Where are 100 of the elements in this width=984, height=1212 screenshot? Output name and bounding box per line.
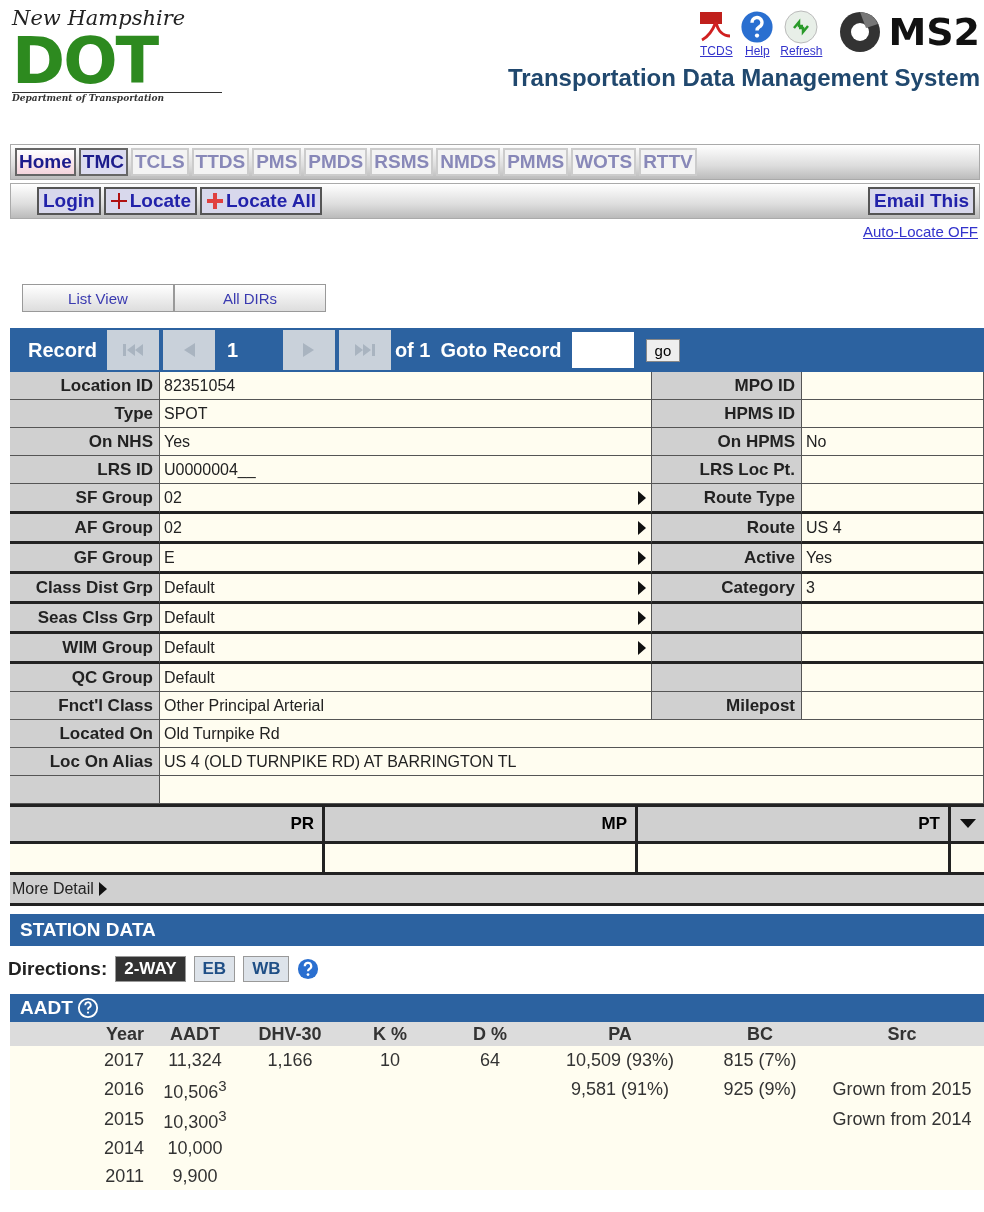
field-label: Active [652,544,802,574]
ring-logo-icon [838,10,883,54]
record-count: of 1 [394,338,431,362]
column-header: PT [638,807,951,844]
toolbar-button[interactable]: Locate All [199,187,323,215]
toolbar-button[interactable]: Login [37,187,101,215]
dropdown-field[interactable]: E [160,544,652,574]
field-label: Class Dist Grp [10,574,160,604]
column-header: MP [325,807,638,844]
dropdown-field[interactable]: Default [160,604,652,634]
toolbar-button[interactable]: Locate [103,187,197,215]
goto-field[interactable] [571,332,634,368]
more-detail-link[interactable]: More Detail [10,880,108,898]
field-value: Default [160,664,652,692]
table-cell: 10,506$^{3}$ [163,1076,227,1102]
logo-subtitle: Department of Transportation [12,92,222,103]
field-label: Route [652,514,802,544]
dropdown-field[interactable]: 02 [160,484,652,514]
help-icon[interactable] [740,10,775,44]
column-header: Year [10,1022,150,1046]
directions-label: Directions: [8,958,108,980]
field-value: US 4 (OLD TURNPIKE RD) AT BARRINGTON TL [160,748,984,776]
email-button[interactable]: Email This [867,187,975,215]
arrow-icon [637,580,647,595]
help-icon[interactable] [76,997,99,1019]
table-cell: 10,509 (93%) [565,1050,675,1070]
header-link[interactable]: Refresh [780,44,823,58]
table-cell: 64 [480,1050,500,1070]
field-label: Fnct'l Class [10,692,160,720]
module-tab[interactable]: Home [15,148,76,176]
field-value: No [802,428,984,456]
field-label: Location ID [10,372,160,400]
direction-button[interactable]: WB [243,956,290,982]
field-label: MPO ID [652,372,802,400]
arrow-icon [637,610,647,625]
direction-button[interactable]: 2-WAY [115,956,186,982]
table-cell: 9,900 [172,1166,218,1186]
auto-locate-link[interactable]: Auto-Locate OFF [862,223,978,240]
table-cell: 11,324 [168,1050,222,1070]
first-record-icon [121,342,144,358]
field-value: Old Turnpike Rd [160,720,984,748]
field-label: LRS Loc Pt. [652,456,802,484]
arrow-icon [97,882,108,896]
field-label: GF Group [10,544,160,574]
table-cell: 10,000 [167,1138,223,1158]
field-label: Milepost [652,692,802,720]
field-label: WIM Group [10,634,160,664]
column-header: BC [700,1022,820,1046]
logo-script-text: New Hampshire [12,6,187,30]
refresh-icon[interactable] [784,10,819,44]
table-cell: 2011 [105,1166,144,1186]
column-header: PA [540,1022,700,1046]
field-label: Seas Clss Grp [10,604,160,634]
section-header: STATION DATA [10,914,984,946]
table-cell: 925 (9%) [723,1079,797,1099]
field-value: Yes [160,428,652,456]
table-cell: 815 (7%) [723,1050,797,1070]
field-value: U0000004__ [160,456,652,484]
header-link[interactable]: TCDS [700,44,733,58]
field-label: QC Group [10,664,160,692]
help-icon[interactable] [297,958,320,980]
field-label: Located On [10,720,160,748]
record-label: Record [28,338,97,362]
plus-icon [109,192,128,210]
table-cell: 9,581 (91%) [570,1079,670,1099]
module-tab[interactable]: TMC [78,148,128,176]
view-button[interactable]: All DIRs [174,284,326,312]
goto-label: Goto Record [440,338,562,362]
field-label: AF Group [10,514,160,544]
column-header: K % [340,1022,440,1046]
table-cell: 2015 [103,1109,144,1129]
dropdown-field[interactable]: Default [160,634,652,664]
field-label: On HPMS [652,428,802,456]
arrow-icon [637,550,647,565]
dropdown-caret-icon[interactable] [959,819,976,829]
brand-name: MS2 [888,10,980,54]
field-value: Yes [802,544,984,574]
table-cell: 2016 [103,1079,144,1099]
table-cell: 10 [380,1050,400,1070]
go-button[interactable]: go [645,338,681,362]
header-link[interactable]: Help [745,44,770,58]
dropdown-field[interactable]: 02 [160,514,652,544]
column-header: D % [440,1022,540,1046]
column-header: Src [820,1022,984,1046]
logo-letters: DOT [12,30,159,92]
field-label: HPMS ID [652,400,802,428]
field-value: 3 [802,574,984,604]
column-header: DHV-30 [240,1022,340,1046]
field-label: Category [652,574,802,604]
record-number: 1 [225,338,240,362]
field-label: On NHS [10,428,160,456]
view-button[interactable]: List View [22,284,174,312]
field-value: Other Principal Arterial [160,692,652,720]
dropdown-field[interactable]: Default [160,574,652,604]
field-label: SF Group [10,484,160,514]
direction-button[interactable]: EB [193,956,236,982]
column-header: AADT [150,1022,240,1046]
last-record-icon [353,342,376,358]
table-cell: 2014 [103,1138,144,1158]
field-label: Loc On Alias [10,748,160,776]
